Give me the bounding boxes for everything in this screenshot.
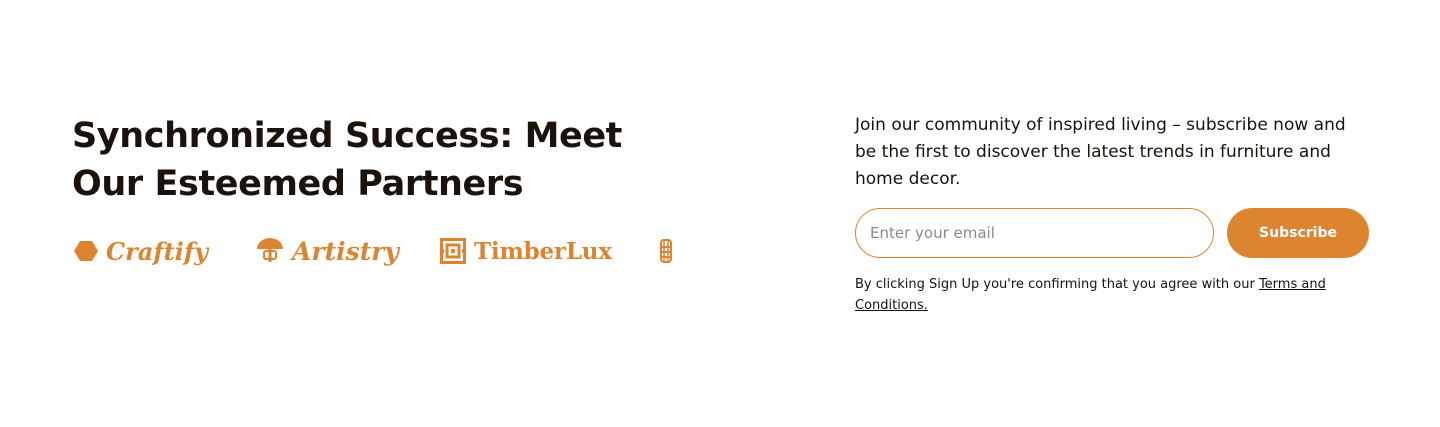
partner-logo-label: Craftify	[106, 236, 209, 266]
email-input[interactable]	[868, 223, 1202, 243]
consent-disclaimer: By clicking Sign Up you're confirming th…	[855, 274, 1355, 316]
square-frame-icon	[440, 238, 466, 264]
partner-logo-label: Artistry	[292, 236, 399, 266]
disclaimer-text: By clicking Sign Up you're confirming th…	[855, 277, 1259, 292]
partner-logo-label: TimberLux	[474, 237, 612, 265]
partner-logos-carousel: Craftify Artistry TimberLux	[72, 234, 672, 268]
newsletter-block: Join our community of inspired living – …	[855, 112, 1370, 313]
partner-logo-timberlux[interactable]: TimberLux	[440, 234, 612, 268]
partners-newsletter-section: Synchronized Success: Meet Our Esteemed …	[0, 0, 1440, 427]
partner-logo-craftify[interactable]: Craftify	[74, 234, 208, 268]
partner-logo-partial[interactable]	[660, 234, 672, 268]
partner-logo-artistry[interactable]: Artistry	[256, 234, 399, 268]
newsletter-form: Subscribe	[855, 208, 1370, 258]
hexagon-icon	[74, 241, 98, 261]
subscribe-button[interactable]: Subscribe	[1227, 208, 1369, 258]
stacked-rings-icon	[660, 239, 672, 263]
partners-block: Synchronized Success: Meet Our Esteemed …	[72, 112, 692, 208]
umbrella-icon	[257, 238, 283, 262]
email-field-wrapper	[855, 208, 1214, 258]
newsletter-intro: Join our community of inspired living – …	[855, 115, 1346, 189]
partners-heading: Synchronized Success: Meet Our Esteemed …	[72, 116, 623, 204]
